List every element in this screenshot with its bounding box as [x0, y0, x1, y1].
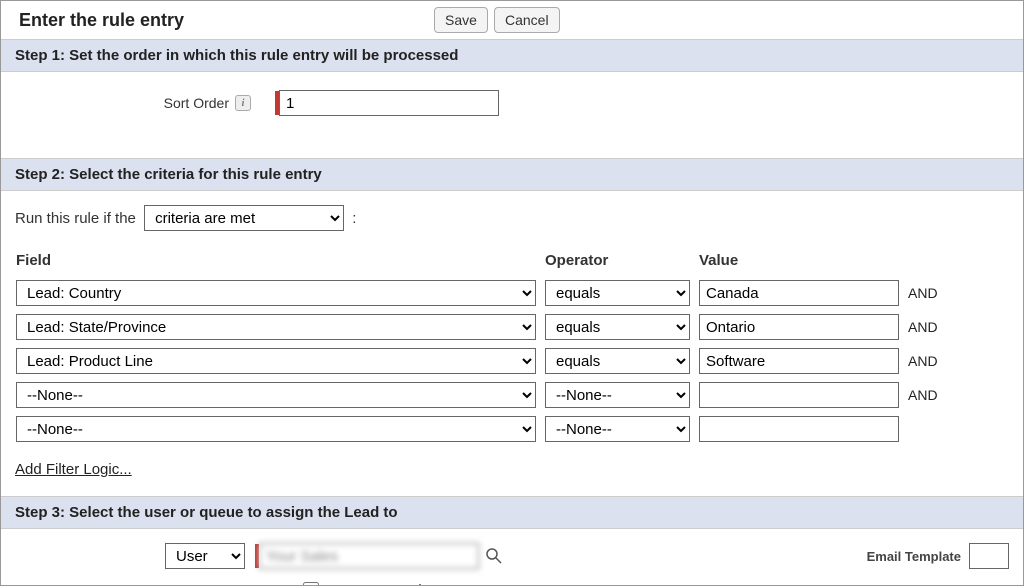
operator-select[interactable]: equals — [545, 314, 690, 340]
field-select[interactable]: Lead: State/Province — [16, 314, 536, 340]
header-row: Enter the rule entry Save Cancel — [1, 1, 1023, 39]
email-template-label: Email Template — [867, 549, 961, 564]
do-not-reassign-label: Do Not Reassign Owner — [325, 582, 487, 586]
value-input[interactable] — [699, 348, 899, 374]
rule-entry-page: Enter the rule entry Save Cancel Step 1:… — [0, 0, 1024, 586]
lookup-icon[interactable] — [485, 547, 503, 565]
sort-order-label: Sort Order — [15, 95, 235, 111]
page-title: Enter the rule entry — [19, 10, 184, 31]
assign-row: User Email Template — [15, 539, 1009, 569]
col-field: Field — [15, 251, 544, 273]
criteria-row: Lead: Country equals AND — [15, 279, 946, 307]
operator-select[interactable]: equals — [545, 280, 690, 306]
value-input[interactable] — [699, 416, 899, 442]
run-prefix: Run this rule if the — [15, 210, 136, 227]
and-label: AND — [907, 313, 946, 341]
value-input[interactable] — [699, 314, 899, 340]
and-label: AND — [907, 279, 946, 307]
value-input[interactable] — [699, 280, 899, 306]
criteria-table: Field Operator Value Lead: Country equals… — [15, 245, 946, 449]
assignee-type-select[interactable]: User — [165, 543, 245, 569]
criteria-row: Lead: Product Line equals AND — [15, 347, 946, 375]
step2-header: Step 2: Select the criteria for this rul… — [1, 158, 1023, 191]
email-template-input[interactable] — [969, 543, 1009, 569]
info-icon[interactable]: i — [235, 95, 251, 111]
criteria-row: --None-- --None-- — [15, 415, 946, 443]
sort-order-row: Sort Order i — [15, 82, 1009, 140]
run-suffix: : — [352, 210, 356, 227]
value-input[interactable] — [699, 382, 899, 408]
field-select[interactable]: Lead: Product Line — [16, 348, 536, 374]
sort-order-input[interactable] — [279, 90, 499, 116]
operator-select[interactable]: equals — [545, 348, 690, 374]
do-not-reassign-checkbox[interactable] — [303, 582, 319, 586]
field-select[interactable]: --None-- — [16, 382, 536, 408]
step3-header: Step 3: Select the user or queue to assi… — [1, 496, 1023, 529]
step1-header: Step 1: Set the order in which this rule… — [1, 39, 1023, 72]
run-rule-row: Run this rule if the criteria are met : — [15, 201, 1009, 245]
step2-body: Run this rule if the criteria are met : … — [1, 191, 1023, 496]
run-rule-select[interactable]: criteria are met — [144, 205, 344, 231]
add-filter-logic-link[interactable]: Add Filter Logic... — [15, 461, 132, 478]
criteria-row: --None-- --None-- AND — [15, 381, 946, 409]
step1-body: Sort Order i — [1, 72, 1023, 158]
and-label: AND — [907, 381, 946, 409]
col-value: Value — [698, 251, 907, 273]
field-select[interactable]: --None-- — [16, 416, 536, 442]
reassign-row: Do Not Reassign Owner — [299, 579, 1009, 586]
step3-body: User Email Template Do Not Reassign Owne… — [1, 529, 1023, 586]
and-label — [907, 415, 946, 443]
operator-select[interactable]: --None-- — [545, 382, 690, 408]
cancel-button[interactable]: Cancel — [494, 7, 560, 33]
criteria-row: Lead: State/Province equals AND — [15, 313, 946, 341]
save-button[interactable]: Save — [434, 7, 488, 33]
col-operator: Operator — [544, 251, 698, 273]
and-label: AND — [907, 347, 946, 375]
assignee-input[interactable] — [259, 543, 479, 569]
field-select[interactable]: Lead: Country — [16, 280, 536, 306]
operator-select[interactable]: --None-- — [545, 416, 690, 442]
